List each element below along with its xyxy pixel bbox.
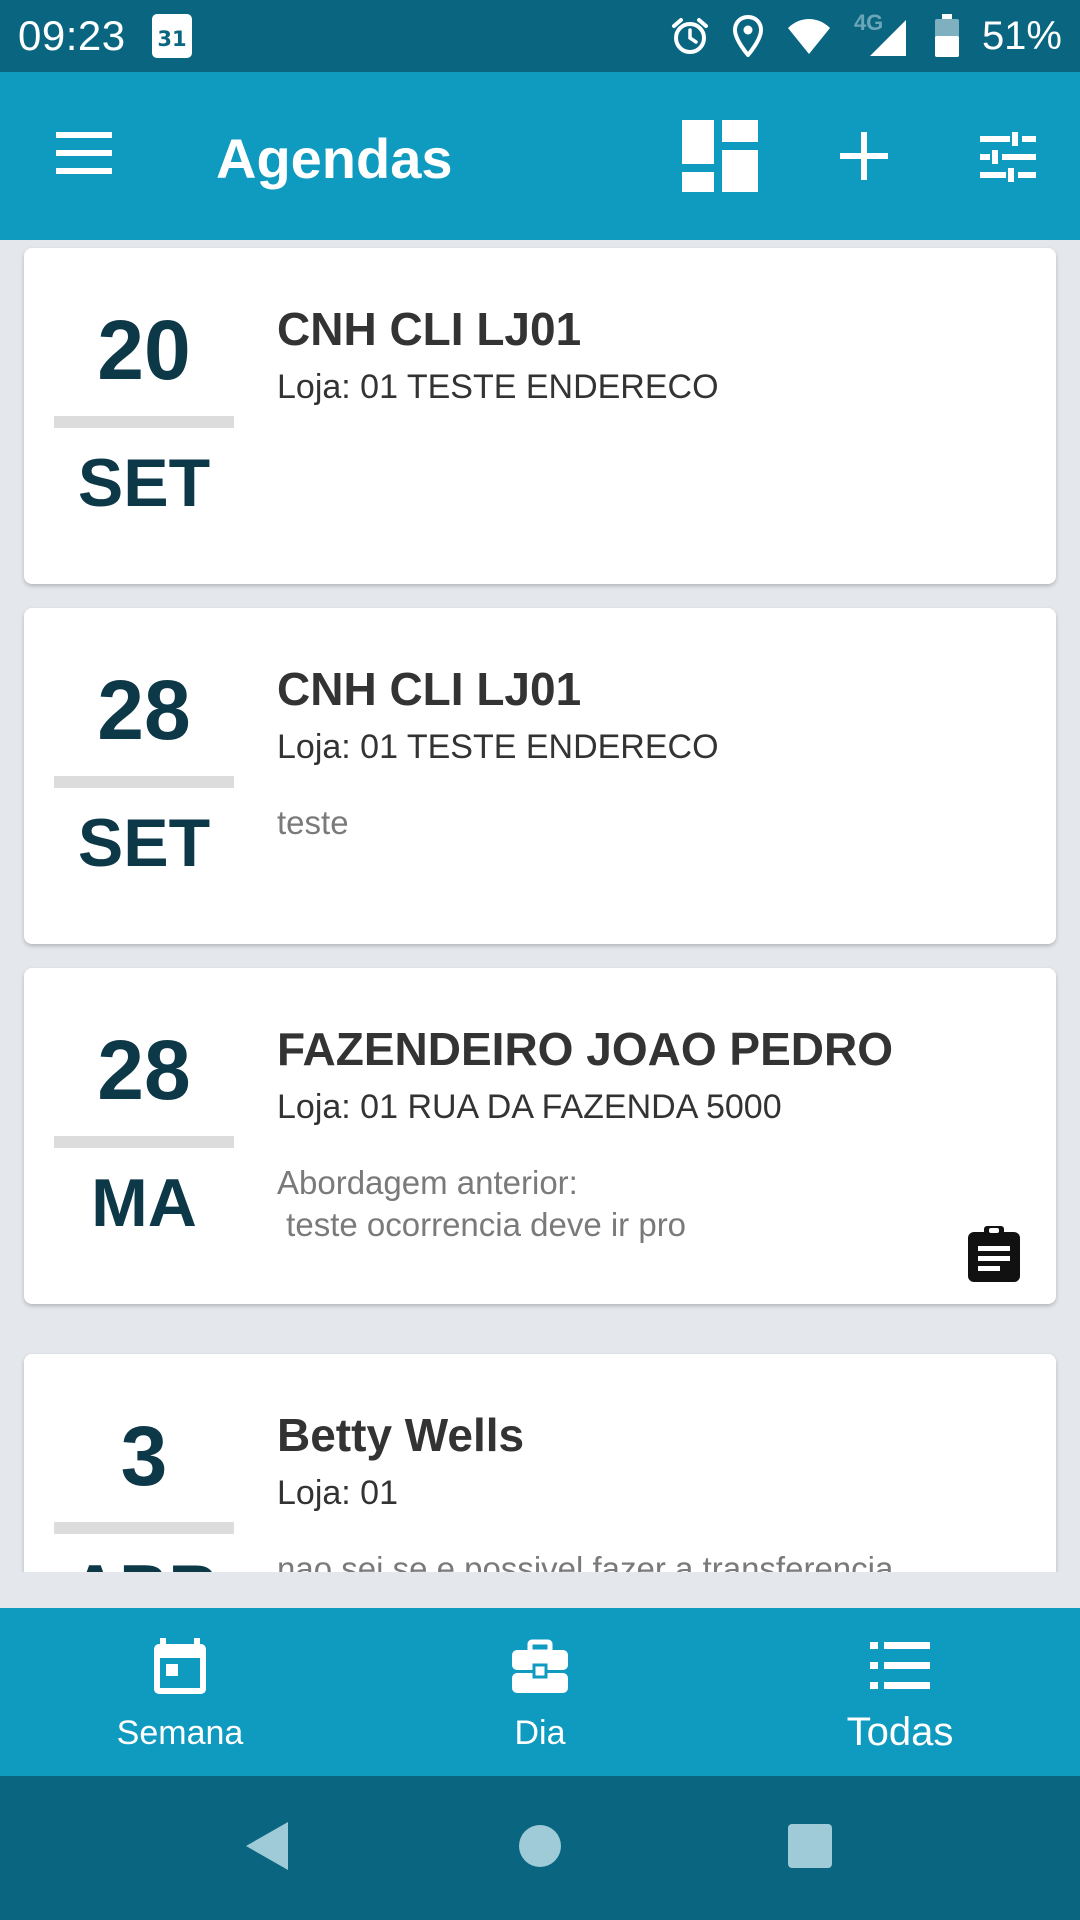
agenda-store: Loja: 01 bbox=[277, 1474, 398, 1512]
calendar-icon: 31 bbox=[152, 14, 192, 58]
home-icon[interactable] bbox=[518, 1824, 562, 1868]
date-divider bbox=[54, 1522, 234, 1534]
calendar-day: 31 bbox=[157, 27, 187, 51]
clipboard-icon[interactable] bbox=[966, 1224, 1022, 1284]
app-bar: Agendas bbox=[0, 72, 1080, 240]
agenda-list[interactable]: 20 SET CNH CLI LJ01 Loja: 01 TESTE ENDER… bbox=[0, 240, 1080, 1572]
date-divider bbox=[54, 1136, 234, 1148]
agenda-store: Loja: 01 TESTE ENDERECO bbox=[277, 728, 719, 766]
location-icon bbox=[732, 15, 763, 57]
nav-item-todas[interactable]: Todas bbox=[720, 1608, 1080, 1776]
add-icon[interactable] bbox=[840, 132, 888, 180]
back-icon[interactable] bbox=[244, 1820, 290, 1872]
status-bar: 09:23 31 4G 51% bbox=[0, 0, 1080, 72]
nav-item-dia[interactable]: Dia bbox=[360, 1608, 720, 1776]
calendar-week-icon bbox=[154, 1638, 206, 1694]
date-divider bbox=[54, 776, 234, 788]
agenda-title: CNH CLI LJ01 bbox=[277, 303, 582, 355]
agenda-card[interactable]: 3 ABR Betty Wells Loja: 01 nao sei se e … bbox=[24, 1354, 1056, 1572]
status-time: 09:23 bbox=[18, 12, 126, 59]
agenda-note: teste bbox=[277, 804, 349, 841]
date-month: SET bbox=[77, 445, 211, 521]
tune-icon[interactable] bbox=[980, 132, 1036, 182]
battery-icon bbox=[934, 14, 959, 57]
system-navigation bbox=[0, 1776, 1080, 1920]
date-day: 28 bbox=[97, 663, 191, 757]
wifi-icon bbox=[787, 19, 830, 54]
date-day: 20 bbox=[97, 303, 191, 397]
date-month: ABR bbox=[54, 1550, 234, 1572]
agenda-title: Betty Wells bbox=[277, 1409, 525, 1461]
agenda-store: Loja: 01 RUA DA FAZENDA 5000 bbox=[277, 1088, 782, 1126]
signal-icon: 4G bbox=[854, 10, 912, 58]
agenda-card[interactable]: 20 SET CNH CLI LJ01 Loja: 01 TESTE ENDER… bbox=[24, 248, 1056, 584]
nav-item-semana[interactable]: Semana bbox=[0, 1608, 360, 1776]
recents-icon[interactable] bbox=[786, 1822, 834, 1870]
alarm-icon bbox=[671, 18, 708, 54]
agenda-card[interactable]: 28 SET CNH CLI LJ01 Loja: 01 TESTE ENDER… bbox=[24, 608, 1056, 944]
nav-label-semana: Semana bbox=[116, 1714, 244, 1752]
nav-label-todas: Todas bbox=[846, 1710, 954, 1754]
menu-icon[interactable] bbox=[56, 132, 112, 174]
date-day: 3 bbox=[120, 1409, 168, 1503]
briefcase-icon bbox=[512, 1639, 568, 1693]
agenda-title: FAZENDEIRO JOAO PEDRO bbox=[277, 1023, 893, 1075]
dashboard-icon[interactable] bbox=[682, 120, 758, 192]
page-title: Agendas bbox=[216, 127, 453, 190]
date-month: MA bbox=[91, 1165, 197, 1241]
status-icons: 4G 51% bbox=[670, 10, 1062, 60]
bottom-navigation: Semana Dia Todas bbox=[0, 1608, 1080, 1776]
agenda-store: Loja: 01 TESTE ENDERECO bbox=[277, 368, 719, 406]
agenda-note: Abordagem anterior: teste ocorrencia dev… bbox=[277, 1164, 687, 1243]
agenda-card[interactable]: 28 MA FAZENDEIRO JOAO PEDRO Loja: 01 RUA… bbox=[24, 968, 1056, 1304]
agenda-title: CNH CLI LJ01 bbox=[277, 663, 582, 715]
nav-label-dia: Dia bbox=[514, 1714, 566, 1752]
date-day: 28 bbox=[97, 1023, 191, 1117]
agenda-note: nao sei se e possivel fazer a transferen… bbox=[277, 1550, 894, 1572]
date-month: SET bbox=[77, 805, 211, 881]
list-icon bbox=[870, 1642, 930, 1689]
date-divider bbox=[54, 416, 234, 428]
battery-percent: 51% bbox=[981, 13, 1062, 58]
